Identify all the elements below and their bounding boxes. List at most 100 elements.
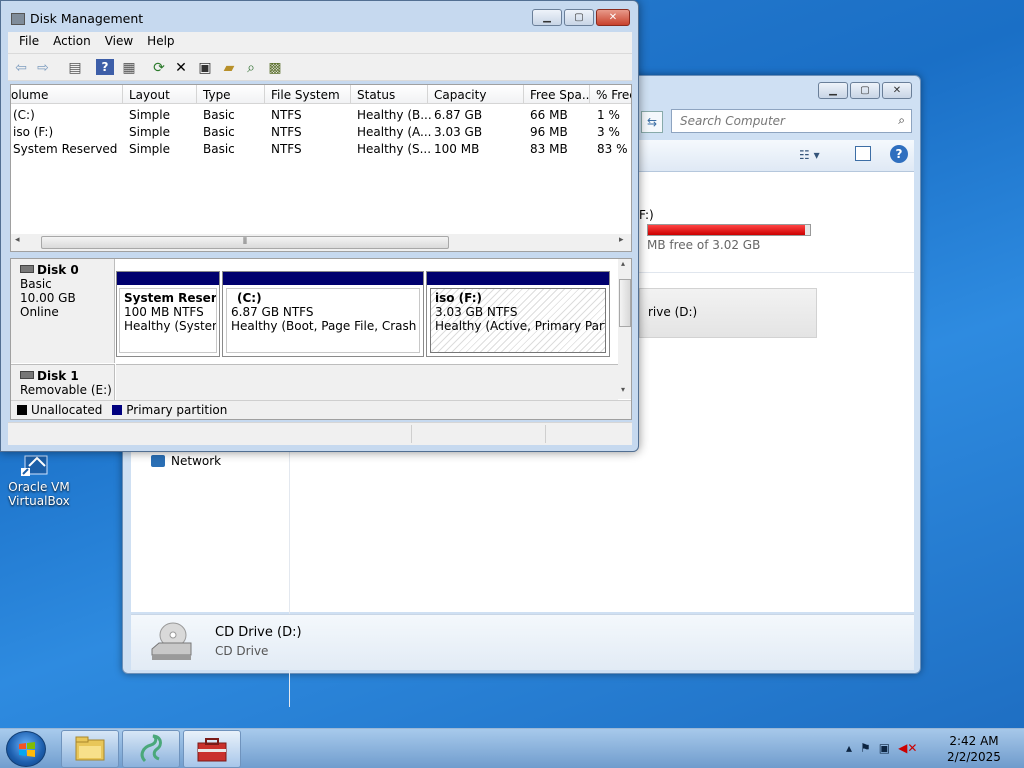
cell-capacity: 6.87 GB [434,108,483,122]
maximize-icon: ▢ [860,85,870,96]
clock[interactable]: 2:42 AM 2/2/2025 [938,733,1010,765]
column-layout[interactable]: Layout [123,85,197,104]
cell-percent-free: 83 % [597,142,628,156]
search-icon: ⌕ [898,113,905,127]
volume-c[interactable]: (C:) 6.87 GB NTFS Healthy (Boot, Page Fi… [222,271,424,357]
volume-system-reserved[interactable]: System Reserve 100 MB NTFS Healthy (Syst… [116,271,220,357]
cell-capacity: 100 MB [434,142,480,156]
scrollbar-thumb[interactable]: ⦀ [41,236,449,249]
nav-network[interactable]: Network [151,454,221,468]
search-placeholder: Search Computer [680,114,785,128]
delete-icon[interactable]: ✕ [172,59,190,77]
close-button[interactable]: ✕ [882,82,912,99]
search-input[interactable]: Search Computer ⌕ [671,109,912,133]
table-row[interactable]: System Reserved Simple Basic NTFS Healthy (S… [11,140,631,157]
column-status[interactable]: Status [351,85,428,104]
properties-list-icon[interactable]: ▦ [120,59,138,77]
scroll-left-icon[interactable]: ◂ [15,235,20,245]
preview-pane-icon[interactable] [855,146,871,161]
refresh-icon[interactable]: ⟳ [150,59,168,77]
help-icon[interactable]: ? [96,59,114,75]
cd-drive-tile[interactable]: rive (D:) [639,288,817,338]
details-title: CD Drive (D:) [215,625,302,640]
explore-icon[interactable]: ⌕ [242,59,260,77]
cell-volume: System Reserved [13,142,118,156]
cell-free-space: 96 MB [530,125,568,139]
clock-time: 2:42 AM [949,734,999,748]
volume-muted-icon[interactable]: ◀✕ [898,741,917,755]
cell-type: Basic [203,108,235,122]
column-free-space[interactable]: Free Spa... [524,85,590,104]
toolbar: ⇦ ⇨ ▤ ? ▦ ⟳ ✕ ▣ ▰ ⌕ ▩ [8,53,632,81]
start-button[interactable] [6,731,46,767]
forward-icon[interactable]: ⇨ [34,59,52,77]
column-file-system[interactable]: File System [265,85,351,104]
volume-name: iso (F:) [435,291,482,305]
removable-disk-icon [20,371,34,379]
maximize-button[interactable]: ▢ [850,82,880,99]
disk-1-name: Disk 1 [37,369,79,383]
cell-status: Healthy (B... [357,108,431,122]
network-status-icon[interactable]: ▣ [879,741,890,755]
volume-status: Healthy (Active, Primary Partitio [435,319,605,333]
table-row[interactable]: iso (F:) Simple Basic NTFS Healthy (A... 3.03… [11,123,631,140]
column-volume[interactable]: olume [11,85,123,104]
volume-status: Healthy (Boot, Page File, Crash Dum [231,319,419,333]
column-type[interactable]: Type [197,85,265,104]
maximize-icon: ▢ [574,12,584,23]
menu-action[interactable]: Action [46,32,98,53]
refresh-icon: ⇆ [646,115,658,129]
nav-network-label: Network [171,454,222,468]
properties-icon[interactable]: ▣ [196,59,214,77]
horizontal-scrollbar[interactable]: ◂ ⦀ ▸ [11,234,631,251]
network-icon [151,455,165,467]
back-icon[interactable]: ⇦ [12,59,30,77]
show-hide-tree-icon[interactable]: ▤ [66,59,84,77]
unallocated-swatch [17,405,27,415]
open-folder-icon[interactable]: ▰ [220,59,238,77]
taskbar-explorer-button[interactable] [61,730,119,768]
maximize-button[interactable]: ▢ [564,9,594,26]
minimize-button[interactable]: ▁ [818,82,848,99]
column-capacity[interactable]: Capacity [428,85,524,104]
disk-management-icon [11,12,25,25]
volume-name: System Reserve [124,291,217,305]
disk-management-window[interactable]: Disk Management ▁ ▢ ✕ File Action View H… [0,0,639,452]
settings-icon[interactable]: ▩ [266,59,284,77]
scroll-up-icon[interactable]: ▴ [621,259,625,268]
title-bar[interactable]: Disk Management [11,11,143,26]
scroll-right-icon[interactable]: ▸ [619,235,624,245]
taskbar-disk-management-button[interactable] [183,730,241,768]
show-hidden-icons-icon[interactable]: ▴ [846,741,852,755]
cell-percent-free: 1 % [597,108,620,122]
volume-iso-f[interactable]: iso (F:) 3.03 GB NTFS Healthy (Active, P… [426,271,610,357]
help-icon[interactable]: ? [890,145,908,163]
menu-view[interactable]: View [98,32,140,53]
column-percent-free[interactable]: % Free [590,85,631,104]
menu-help[interactable]: Help [140,32,181,53]
cell-free-space: 66 MB [530,108,568,122]
disk-1-label[interactable]: Disk 1 Removable (E:) [11,364,115,400]
close-button[interactable]: ✕ [596,9,630,26]
scrollbar-thumb[interactable] [619,279,631,327]
cell-type: Basic [203,125,235,139]
details-pane: CD Drive (D:) CD Drive [131,614,914,670]
cell-file-system: NTFS [271,142,302,156]
refresh-button[interactable]: ⇆ [641,111,663,133]
minimize-button[interactable]: ▁ [532,9,562,26]
disk-0-label[interactable]: Disk 0 Basic 10.00 GB Online [11,259,115,363]
scroll-down-icon[interactable]: ▾ [621,385,625,394]
table-row[interactable]: (C:) Simple Basic NTFS Healthy (B... 6.87 GB 6… [11,106,631,123]
view-options-icon[interactable]: ☷ ▾ [799,148,820,162]
drive-f-label[interactable]: F:) [639,208,654,222]
desktop-icon-virtualbox[interactable]: Oracle VM VirtualBox [6,448,72,508]
cell-percent-free: 3 % [597,125,620,139]
legend: Unallocated Primary partition [11,400,631,419]
disk-icon [20,265,34,273]
menu-file[interactable]: File [12,32,46,53]
action-center-flag-icon[interactable]: ⚑ [860,741,871,755]
vertical-scrollbar[interactable]: ▴ ▾ [618,259,631,399]
volume-size: 3.03 GB NTFS [435,305,518,319]
taskbar: ▴ ⚑ ▣ ◀✕ 2:42 AM 2/2/2025 [0,728,1024,768]
taskbar-virtualbox-button[interactable] [122,730,180,768]
